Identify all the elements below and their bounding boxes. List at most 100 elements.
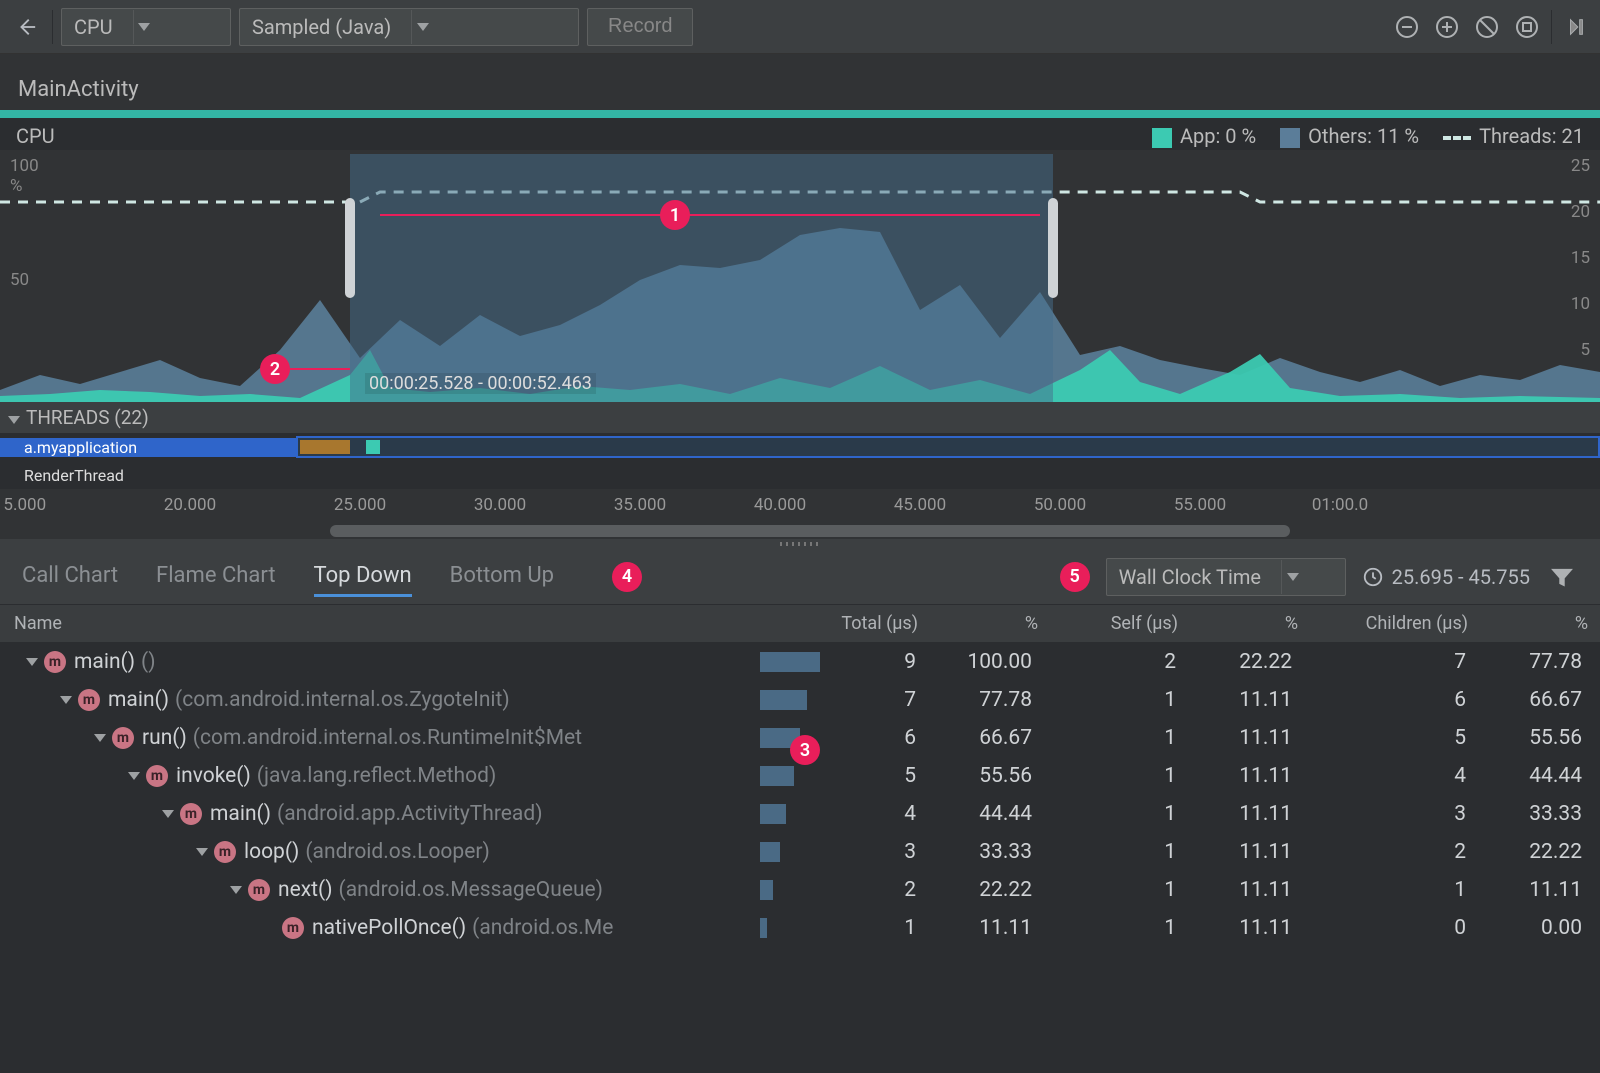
self-value: 1 xyxy=(1050,840,1190,864)
expand-icon[interactable] xyxy=(162,806,174,822)
method-icon: m xyxy=(44,651,66,673)
callout-3: 3 xyxy=(790,735,820,765)
col-self[interactable]: Self (μs) xyxy=(1050,613,1190,634)
self-pct: 11.11 xyxy=(1190,764,1310,788)
tree-row[interactable]: mmain() (com.android.internal.os.ZygoteI… xyxy=(0,681,1600,719)
total-bar xyxy=(760,840,820,864)
cpu-chart[interactable]: 100 % 50 25 20 15 10 5 1 2 00:00:25.528 … xyxy=(0,150,1600,402)
expand-icon[interactable] xyxy=(230,882,242,898)
method-icon: m xyxy=(248,879,270,901)
profiler-select[interactable]: CPU xyxy=(61,8,231,46)
resize-grip[interactable] xyxy=(0,539,1600,549)
tab-bottom-up[interactable]: Bottom Up xyxy=(450,557,554,597)
legend-app: App: 0 % xyxy=(1152,124,1256,148)
time-mode-select[interactable]: Wall Clock Time xyxy=(1106,558,1346,596)
scrollbar-thumb[interactable] xyxy=(330,525,1290,537)
col-name[interactable]: Name xyxy=(0,613,760,634)
selection-range[interactable] xyxy=(350,154,1053,402)
cpu-title: CPU xyxy=(16,124,55,148)
method-name: loop() xyxy=(244,840,299,864)
col-children-pct[interactable]: % xyxy=(1480,613,1600,634)
children-value: 3 xyxy=(1310,802,1480,826)
total-bar xyxy=(760,916,820,940)
self-pct: 11.11 xyxy=(1190,878,1310,902)
total-pct: 22.22 xyxy=(930,878,1050,902)
children-pct: 44.44 xyxy=(1480,764,1600,788)
expand-icon[interactable] xyxy=(26,654,38,670)
timeline-tick: 01:00.0 xyxy=(1312,495,1368,515)
tree-row[interactable]: mloop() (android.os.Looper)333.33111.112… xyxy=(0,833,1600,871)
children-pct: 55.56 xyxy=(1480,726,1600,750)
zoom-selection-icon[interactable] xyxy=(1511,11,1543,43)
go-live-icon[interactable] xyxy=(1560,11,1592,43)
method-package: (java.lang.reflect.Method) xyxy=(257,764,496,788)
timeline-tick: 30.000 xyxy=(474,495,526,515)
tree-row[interactable]: mnativePollOnce() (android.os.Me111.1111… xyxy=(0,909,1600,947)
total-bar xyxy=(760,688,820,712)
children-value: 7 xyxy=(1310,650,1480,674)
back-button[interactable] xyxy=(8,9,44,45)
expand-icon[interactable] xyxy=(196,844,208,860)
expand-icon[interactable] xyxy=(60,692,72,708)
threads-header[interactable]: THREADS (22) xyxy=(0,402,1600,433)
selection-duration: 25.695 - 45.755 xyxy=(1362,565,1530,589)
total-value: 4 xyxy=(820,802,930,826)
method-package: (com.android.internal.os.RuntimeInit$Met xyxy=(193,726,582,750)
trace-mode-select[interactable]: Sampled (Java) xyxy=(239,8,579,46)
trace-tabs: Call Chart Flame Chart Top Down Bottom Up 4… xyxy=(0,549,1600,605)
method-name: main() xyxy=(108,688,169,712)
thread-row[interactable]: RenderThread xyxy=(0,461,1600,489)
trace-mode-label: Sampled (Java) xyxy=(252,15,391,39)
thread-row[interactable]: a.myapplication xyxy=(0,433,1600,461)
children-pct: 77.78 xyxy=(1480,650,1600,674)
thread-track[interactable] xyxy=(296,464,1600,486)
col-total-pct[interactable]: % xyxy=(930,613,1050,634)
callout-4: 4 xyxy=(612,562,642,592)
children-value: 0 xyxy=(1310,916,1480,940)
thread-track[interactable] xyxy=(296,436,1600,458)
tree-row[interactable]: mnext() (android.os.MessageQueue)222.221… xyxy=(0,871,1600,909)
zoom-out-icon[interactable] xyxy=(1391,11,1423,43)
filter-icon[interactable] xyxy=(1546,561,1578,593)
self-pct: 22.22 xyxy=(1190,650,1310,674)
total-pct: 11.11 xyxy=(930,916,1050,940)
selection-handle-left[interactable] xyxy=(345,198,355,298)
total-bar xyxy=(760,764,820,788)
selection-handle-right[interactable] xyxy=(1048,198,1058,298)
total-pct: 100.00 xyxy=(930,650,1050,674)
self-pct: 11.11 xyxy=(1190,916,1310,940)
self-pct: 11.11 xyxy=(1190,802,1310,826)
total-pct: 33.33 xyxy=(930,840,1050,864)
record-button[interactable]: Record xyxy=(587,8,693,46)
tab-flame-chart[interactable]: Flame Chart xyxy=(156,557,276,597)
method-icon: m xyxy=(282,917,304,939)
method-icon: m xyxy=(112,727,134,749)
children-value: 1 xyxy=(1310,878,1480,902)
method-name: main() xyxy=(210,802,271,826)
method-icon: m xyxy=(180,803,202,825)
col-self-pct[interactable]: % xyxy=(1190,613,1310,634)
total-value: 2 xyxy=(820,878,930,902)
children-pct: 22.22 xyxy=(1480,840,1600,864)
tab-top-down[interactable]: Top Down xyxy=(314,557,412,597)
self-value: 1 xyxy=(1050,688,1190,712)
activity-row: MainActivity xyxy=(0,54,1600,110)
children-pct: 66.67 xyxy=(1480,688,1600,712)
timeline-tick: 55.000 xyxy=(1174,495,1226,515)
divider xyxy=(1551,10,1552,44)
tree-row[interactable]: mmain() ()9100.00222.22777.78 xyxy=(0,643,1600,681)
self-value: 1 xyxy=(1050,916,1190,940)
horizontal-scrollbar[interactable] xyxy=(0,523,1600,539)
expand-icon[interactable] xyxy=(94,730,106,746)
cpu-chart-header: CPU App: 0 % Others: 11 % Threads: 21 xyxy=(0,118,1600,148)
tree-row[interactable]: mmain() (android.app.ActivityThread)444.… xyxy=(0,795,1600,833)
zoom-in-icon[interactable] xyxy=(1431,11,1463,43)
children-value: 4 xyxy=(1310,764,1480,788)
method-name: next() xyxy=(278,878,333,902)
tab-call-chart[interactable]: Call Chart xyxy=(22,557,118,597)
reset-zoom-icon[interactable] xyxy=(1471,11,1503,43)
col-total[interactable]: Total (μs) xyxy=(760,613,930,634)
method-package: () xyxy=(141,650,156,674)
expand-icon[interactable] xyxy=(128,768,140,784)
col-children[interactable]: Children (μs) xyxy=(1310,613,1480,634)
